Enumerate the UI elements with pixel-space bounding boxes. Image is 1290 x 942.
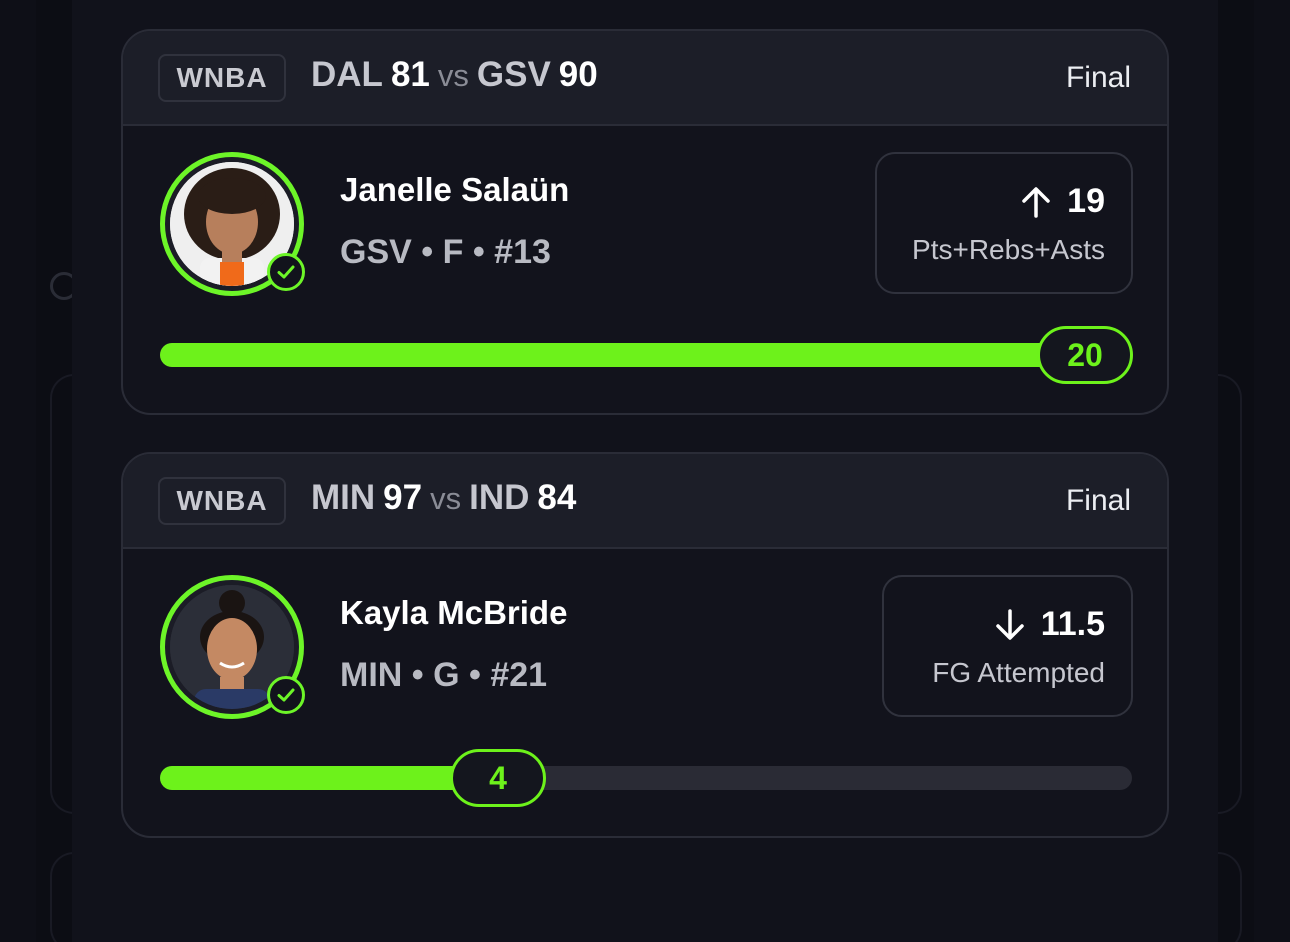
progress-value-pill: 4: [450, 749, 546, 807]
vs-label: vs: [437, 58, 469, 93]
game-header: WNBA DAL 81 vs GSV 90 Final: [123, 31, 1167, 126]
vs-label: vs: [430, 481, 462, 516]
matchup: MIN 97 vs IND 84: [311, 478, 576, 518]
away-team: DAL: [311, 55, 383, 94]
pick-box[interactable]: 19 Pts+Rebs+Asts: [875, 152, 1133, 294]
pick-box[interactable]: 11.5 FG Attempted: [882, 575, 1133, 717]
pick-line-value: 19: [1067, 182, 1105, 220]
away-score: 97: [383, 478, 423, 517]
player-name[interactable]: Janelle Salaün: [340, 171, 569, 209]
background-card-edge: [50, 374, 74, 814]
background-right-panel: [1254, 0, 1290, 942]
pick-card[interactable]: WNBA MIN 97 vs IND 84 Final Kayla McBrid…: [121, 452, 1169, 838]
progress-value-pill: 20: [1037, 326, 1133, 384]
player-meta: MIN • G • #21: [340, 656, 548, 694]
progress-track: [160, 343, 1132, 367]
check-circle-icon: [267, 676, 305, 714]
pick-stat-label: FG Attempted: [932, 657, 1105, 688]
arrow-up-icon: [1022, 186, 1050, 218]
pick-line: 19: [1019, 182, 1105, 221]
player-avatar[interactable]: [160, 152, 305, 296]
game-status: Final: [1065, 484, 1131, 517]
game-status: Final: [1065, 61, 1131, 94]
home-team: IND: [469, 478, 530, 517]
away-score: 81: [390, 55, 430, 94]
game-header: WNBA MIN 97 vs IND 84 Final: [123, 454, 1167, 549]
pick-line: 11.5: [993, 605, 1105, 644]
player-avatar[interactable]: [160, 575, 305, 719]
background-card-edge: [1216, 374, 1242, 814]
background-card-edge: [50, 852, 74, 942]
pick-stat-label: Pts+Rebs+Asts: [912, 234, 1105, 265]
background-left-panel: [0, 0, 36, 942]
pick-line-value: 11.5: [1040, 605, 1105, 643]
home-team: GSV: [476, 55, 551, 94]
home-score: 90: [558, 55, 598, 94]
background-card-edge: [1216, 852, 1242, 942]
progress-fill: [160, 343, 1132, 367]
home-score: 84: [537, 478, 577, 517]
arrow-down-icon: [995, 608, 1024, 640]
league-badge: WNBA: [158, 477, 286, 525]
matchup: DAL 81 vs GSV 90: [311, 55, 598, 95]
player-meta: GSV • F • #13: [340, 233, 551, 271]
pick-card[interactable]: WNBA DAL 81 vs GSV 90 Final Janelle Sala…: [121, 29, 1169, 415]
check-circle-icon: [267, 253, 305, 291]
league-badge: WNBA: [158, 54, 286, 102]
player-name[interactable]: Kayla McBride: [340, 594, 567, 632]
away-team: MIN: [311, 478, 376, 517]
progress-track: [160, 766, 1132, 790]
